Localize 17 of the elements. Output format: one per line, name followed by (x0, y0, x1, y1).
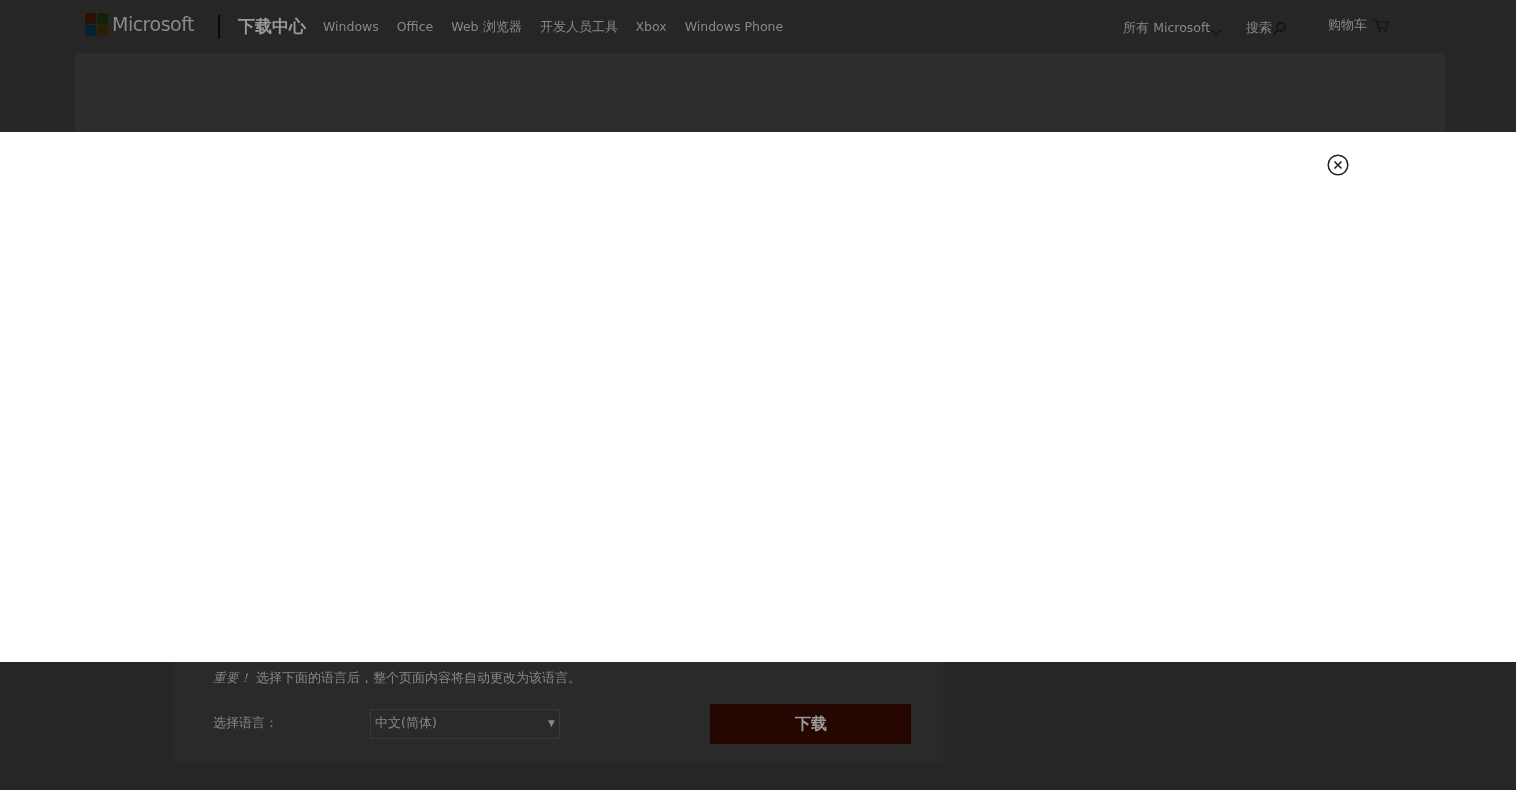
nav-link[interactable]: Office (396, 18, 434, 37)
microsoft-logo-icon (85, 13, 108, 36)
cart-link[interactable]: 购物车 (1328, 16, 1368, 35)
logo-text[interactable]: Microsoft (112, 10, 194, 39)
nav-link[interactable]: Web 浏览器 (451, 18, 522, 37)
notice-text: 重要！ 选择下面的语言后，整个页面内容将自动更改为该语言。 (213, 669, 582, 687)
close-icon[interactable] (1327, 152, 1349, 174)
nav-link[interactable]: Xbox (635, 18, 667, 37)
language-select[interactable]: 中文(简体) ▼ (370, 708, 560, 739)
language-label: 选择语言： (213, 714, 279, 733)
download-button[interactable]: 下载 (710, 703, 911, 744)
nav-link[interactable]: Windows Phone (684, 18, 784, 37)
search-link[interactable]: 搜索 (1246, 19, 1273, 38)
nav-link[interactable]: 开发人员工具 (539, 18, 618, 37)
all-microsoft-menu[interactable]: 所有 Microsoft (1123, 19, 1211, 38)
site-title[interactable]: 下载中心 (237, 13, 306, 40)
nav-link[interactable]: Windows (322, 18, 379, 37)
